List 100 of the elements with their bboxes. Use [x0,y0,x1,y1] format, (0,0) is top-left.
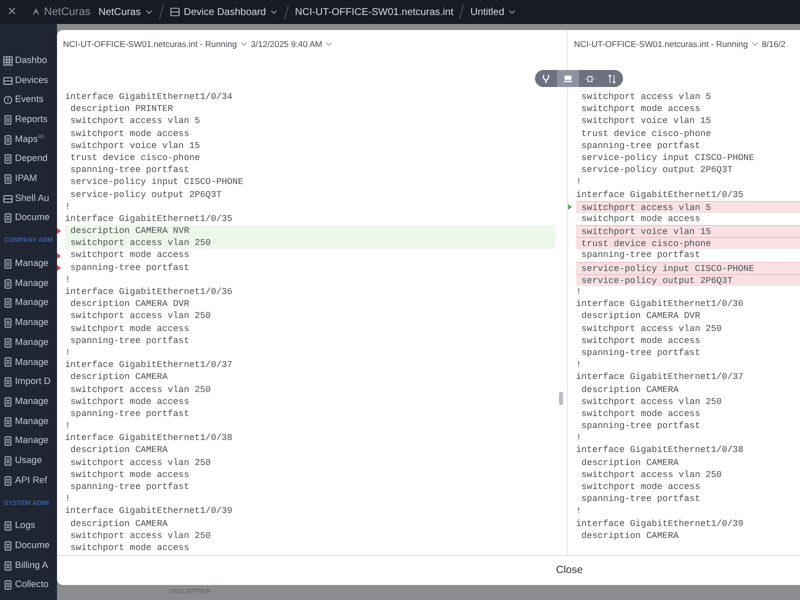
document-icon [3,298,13,308]
merge-icon [541,74,551,84]
breadcrumb-link[interactable]: NCI-UT-OFFICE-SW01.netcuras.int [294,4,454,20]
code-line: spanning-tree portfast [580,346,702,360]
device-selector[interactable]: NCI-UT-OFFICE-SW01.netcuras.int - Running [63,38,237,50]
code-line: interface GigabitEthernet1/0/34 [65,91,234,104]
sidebar-item[interactable]: Manage [0,294,57,314]
code-line: spanning-tree portfast [69,481,190,494]
code-line: switchport access vlan 250 [69,384,212,396]
code-line: description CAMERA DVR [69,298,190,310]
sidebar-item[interactable]: Billing A [0,556,57,576]
sidebar-item[interactable]: Manage [0,412,57,432]
breadcrumb-link[interactable]: NetCuras [98,4,153,20]
document-icon [3,456,13,466]
sidebar-item[interactable]: Import D [0,372,57,392]
code-line: spanning-tree portfast [580,140,702,152]
sidebar-item[interactable]: Maps$^{BE}$ [0,130,57,150]
device-selector[interactable]: NCI-UT-OFFICE-SW01.netcuras.int - Running [574,38,748,50]
document-icon [3,154,13,164]
server-icon [3,194,13,204]
sidebar-item[interactable]: Manage [0,431,57,452]
sidebar-item[interactable]: Devices [0,70,57,90]
document-icon [3,377,13,388]
code-line: description CAMERA [69,444,169,457]
code-line: trust device cisco-phone [580,128,712,140]
sidebar-item[interactable]: Depend [0,149,57,170]
code-line: switchport mode access [69,468,190,481]
code-line: switchport mode access [580,408,702,420]
document-icon [3,278,13,289]
sidebar-item[interactable]: Docume [0,536,57,556]
code-line: switchport mode access [580,212,702,226]
sidebar-item[interactable]: Dashbo [0,51,57,71]
code-line: ! [576,286,582,298]
code-line: ! [576,359,582,372]
code-line: interface GigabitEthernet1/0/35 [65,212,234,226]
code-line: interface GigabitEthernet1/0/38 [576,444,744,457]
code-line: description CAMERA [69,518,169,530]
sidebar-item[interactable]: IPAM [0,169,57,189]
close-icon[interactable]: × [0,0,24,24]
code-line: interface GigabitEthernet1/0/36 [65,286,234,298]
arrows-icon [607,74,617,84]
caret-icon [270,8,278,16]
breadcrumb-link[interactable]: Device Dashboard [170,4,278,20]
code-line: description CAMERA [580,384,680,396]
caret-icon [144,8,153,16]
sidebar-item[interactable]: API Ref [0,470,57,490]
breadcrumb-link[interactable]: Untitled [470,4,516,20]
code-line: interface GigabitEthernet1/0/37 [65,359,234,372]
code-line: ! [65,493,72,506]
code-line: spanning-tree portfast [580,493,702,506]
date-selector[interactable]: 8/16/2 [762,38,786,50]
document-icon [3,580,13,590]
document-icon [3,357,13,368]
document-icon [3,396,13,407]
sidebar-item[interactable]: Manage [0,274,57,294]
sidebar-item[interactable]: Manage [0,392,57,412]
scrollbar-thumb[interactable] [559,392,563,405]
code-line: interface GigabitEthernet1/0/39 [576,518,744,530]
code-line: spanning-tree portfast [69,262,190,274]
sidebar-item[interactable]: Reports [0,110,57,130]
code-line: switchport access vlan 5 [69,115,202,128]
code-line: switchport voice vlan 15 [69,140,202,152]
code-line: ! [576,432,582,444]
sidebar-item[interactable]: Docume [0,208,57,228]
code-line: switchport mode access [69,542,190,554]
document-icon [3,134,13,145]
code-line: switchport access vlan 250 [580,322,723,335]
code-line: service-policy output 2P6Q3T [580,164,734,176]
code-line: spanning-tree portfast [580,249,702,262]
code-line: switchport access vlan 250 [69,310,212,323]
code-line: interface GigabitEthernet1/0/35 [576,188,744,201]
code-line: interface GigabitEthernet1/0/36 [576,298,744,310]
dashboard-icon [170,7,180,17]
document-icon [3,521,13,532]
sidebar-item[interactable]: Events [0,90,57,110]
sidebar-item[interactable]: Manage [0,332,57,353]
code-line: ! [65,274,72,286]
document-icon [3,114,13,125]
sidebar-item[interactable]: Collecto [0,576,57,596]
code-line: spanning-tree portfast [69,164,190,176]
code-line: switchport mode access [69,128,190,140]
caret-icon [750,40,759,48]
sidebar-item[interactable]: Manage [0,254,57,274]
code-line: switchport mode access [69,322,190,335]
code-line: ! [576,176,582,188]
date-selector[interactable]: 3/12/2025 9:40 AM [250,38,322,50]
sidebar-item[interactable]: Logs [0,516,57,536]
document-icon [3,213,13,224]
server-icon [3,76,13,86]
document-icon [3,174,13,184]
toolbar-button[interactable] [557,70,579,87]
sidebar-item[interactable]: Manage [0,313,57,333]
sidebar-item[interactable]: Shell Au [0,188,57,208]
beta-label: BE [38,134,44,140]
code-line: service-policy output 2P6Q3T [69,188,223,201]
document-icon [3,338,13,348]
code-line: ! [65,346,72,360]
close-button[interactable]: Close [550,560,589,580]
sidebar-item[interactable]: Usage [0,451,57,471]
sidebar-item[interactable]: Manage [0,352,57,372]
